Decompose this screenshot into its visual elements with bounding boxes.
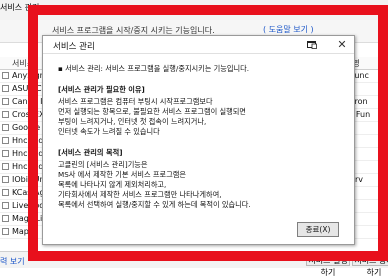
bg-row-checkbox[interactable] bbox=[2, 150, 9, 157]
bg-row-checkbox[interactable] bbox=[2, 137, 9, 144]
bg-spacer bbox=[300, 254, 302, 266]
bg-row-checkbox[interactable] bbox=[2, 228, 9, 235]
dialog-title: 서비스 관리 bbox=[53, 42, 95, 52]
dialog-intro: ▪ 서비스 관리: 서비스 프로그램을 실행/중지시키는 기능입니다. bbox=[58, 64, 250, 73]
bg-tab-service-manage[interactable]: 서비스 관리 bbox=[0, 2, 39, 13]
section2-line: 고클린의 [서비스 관리]기능은 bbox=[58, 160, 148, 169]
service-manage-dialog: 서비스 관리 ✕ ▪ 서비스 관리: 서비스 프로그램을 실행/중지시키는 기능… bbox=[42, 35, 355, 245]
section2-line: 기타회사에서 제작한 서비스 프로그램만 나타나게하여, bbox=[58, 190, 222, 199]
bg-row-checkbox[interactable] bbox=[2, 111, 9, 118]
bg-help-link[interactable]: ( 도움말 보기 ) bbox=[263, 24, 314, 35]
close-button[interactable]: 종료(X) bbox=[297, 222, 339, 237]
section1-line: 먼저 실행되는 항목으로, 불필요한 서비스 프로그램이 실행되면 bbox=[58, 107, 246, 116]
section2-line: 목록에 나타나지 않게 제외처리하고, bbox=[58, 180, 167, 189]
dialog-titlebar[interactable]: 서비스 관리 ✕ bbox=[43, 36, 354, 54]
bg-start-button[interactable]: 서비스 실행하기 bbox=[306, 254, 350, 277]
section2-line: 목록에서 선택하여 실행/중지할 수 있게 하는데 목적이 있습니다. bbox=[58, 200, 251, 209]
bg-row-checkbox[interactable] bbox=[2, 202, 9, 209]
bg-row-checkbox[interactable] bbox=[2, 189, 9, 196]
section1-line: 서비스 프로그램은 컴퓨터 부팅시 시작프로그램보다 bbox=[58, 97, 213, 106]
section2-line: MS사 에서 제작한 기본 서비스 프로그램은 bbox=[58, 170, 186, 179]
bg-row-checkbox[interactable] bbox=[2, 85, 9, 92]
bg-header-name[interactable]: 서비스 bbox=[12, 58, 34, 69]
bg-row-name: Maple bbox=[12, 227, 37, 236]
section1-title: [서비스 관리가 필요한 이유] bbox=[58, 85, 145, 94]
restore-icon[interactable] bbox=[307, 40, 317, 49]
bg-row-checkbox[interactable] bbox=[2, 124, 9, 131]
bg-row-checkbox[interactable] bbox=[2, 163, 9, 170]
section2-title: [서비스 관리의 목적] bbox=[58, 148, 123, 157]
bg-stop-button[interactable]: 서비스 중지하기 bbox=[352, 254, 388, 277]
bg-row-checkbox[interactable] bbox=[2, 215, 9, 222]
bg-row-checkbox[interactable] bbox=[2, 72, 9, 79]
bg-history-link[interactable]: 력 보기 bbox=[0, 256, 25, 267]
dialog-content: ▪ 서비스 관리: 서비스 프로그램을 실행/중지시키는 기능입니다. [서비스… bbox=[43, 54, 354, 244]
close-icon[interactable]: ✕ bbox=[333, 37, 351, 52]
section1-line: 인터넷 속도가 느려질 수 있습니다 bbox=[58, 127, 160, 136]
bg-row-checkbox[interactable] bbox=[2, 98, 9, 105]
section1-line: 부팅이 느려지거나, 인터넷 첫 접속이 느려지거나, bbox=[58, 117, 207, 126]
bg-top-bar: 서비스 관리 bbox=[0, 0, 388, 21]
bg-row-checkbox[interactable] bbox=[2, 176, 9, 183]
